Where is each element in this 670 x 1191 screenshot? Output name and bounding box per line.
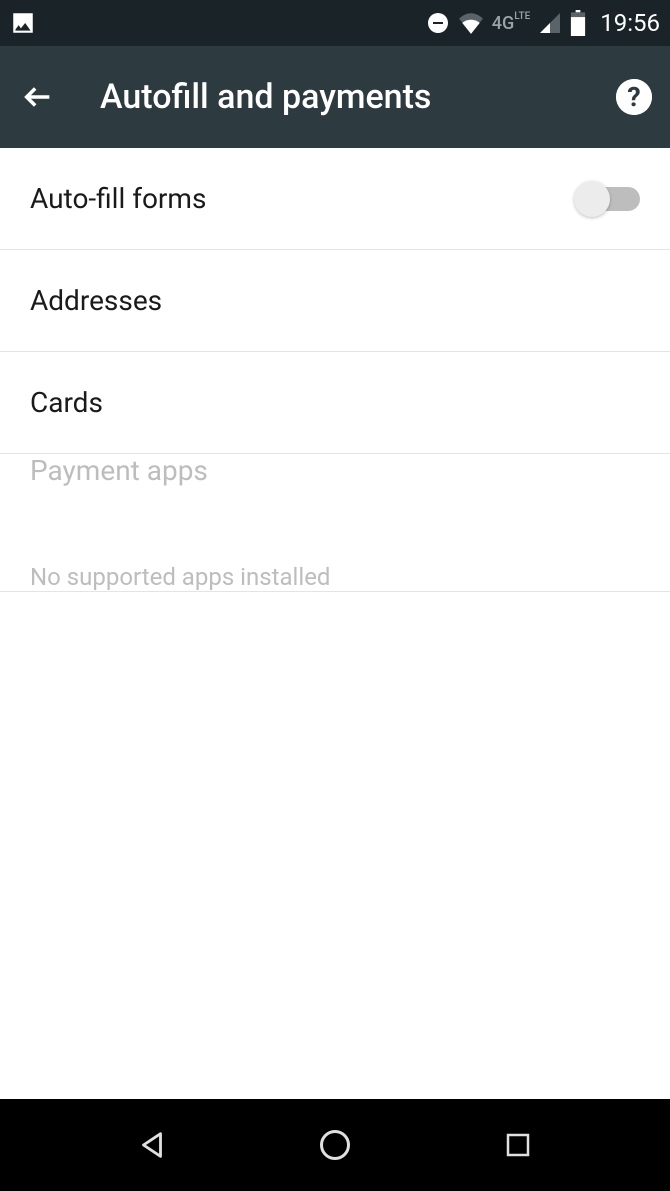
status-right: 4GLTE 19:56 (426, 9, 660, 37)
status-bar: 4GLTE 19:56 (0, 0, 670, 46)
network-type-label: 4GLTE (492, 13, 530, 34)
status-left (10, 10, 36, 36)
cellular-signal-icon (538, 11, 562, 35)
setting-label: Addresses (30, 284, 640, 317)
setting-cards[interactable]: Cards (0, 352, 670, 454)
help-button[interactable]: ? (616, 79, 652, 115)
app-bar: Autofill and payments ? (0, 46, 670, 148)
wifi-icon (458, 12, 484, 34)
nav-recent-button[interactable] (494, 1121, 542, 1169)
battery-icon (570, 10, 586, 36)
autofill-toggle[interactable] (578, 187, 640, 211)
toggle-thumb (574, 181, 610, 217)
setting-payment-apps: Payment apps No supported apps installed (0, 454, 670, 592)
status-time: 19:56 (600, 9, 660, 37)
setting-addresses[interactable]: Addresses (0, 250, 670, 352)
svg-text:?: ? (627, 81, 640, 113)
back-button[interactable] (18, 77, 58, 117)
setting-autofill-forms[interactable]: Auto-fill forms (0, 148, 670, 250)
setting-subtitle: No supported apps installed (30, 563, 330, 591)
nav-back-button[interactable] (128, 1121, 176, 1169)
page-title: Autofill and payments (100, 77, 586, 117)
navigation-bar (0, 1099, 670, 1191)
setting-label: Auto-fill forms (30, 182, 578, 215)
setting-label: Payment apps (30, 454, 208, 557)
nav-home-button[interactable] (311, 1121, 359, 1169)
image-icon (10, 10, 36, 36)
settings-list: Auto-fill forms Addresses Cards Payment … (0, 148, 670, 592)
dnd-icon (426, 11, 450, 35)
setting-label: Cards (30, 386, 640, 419)
